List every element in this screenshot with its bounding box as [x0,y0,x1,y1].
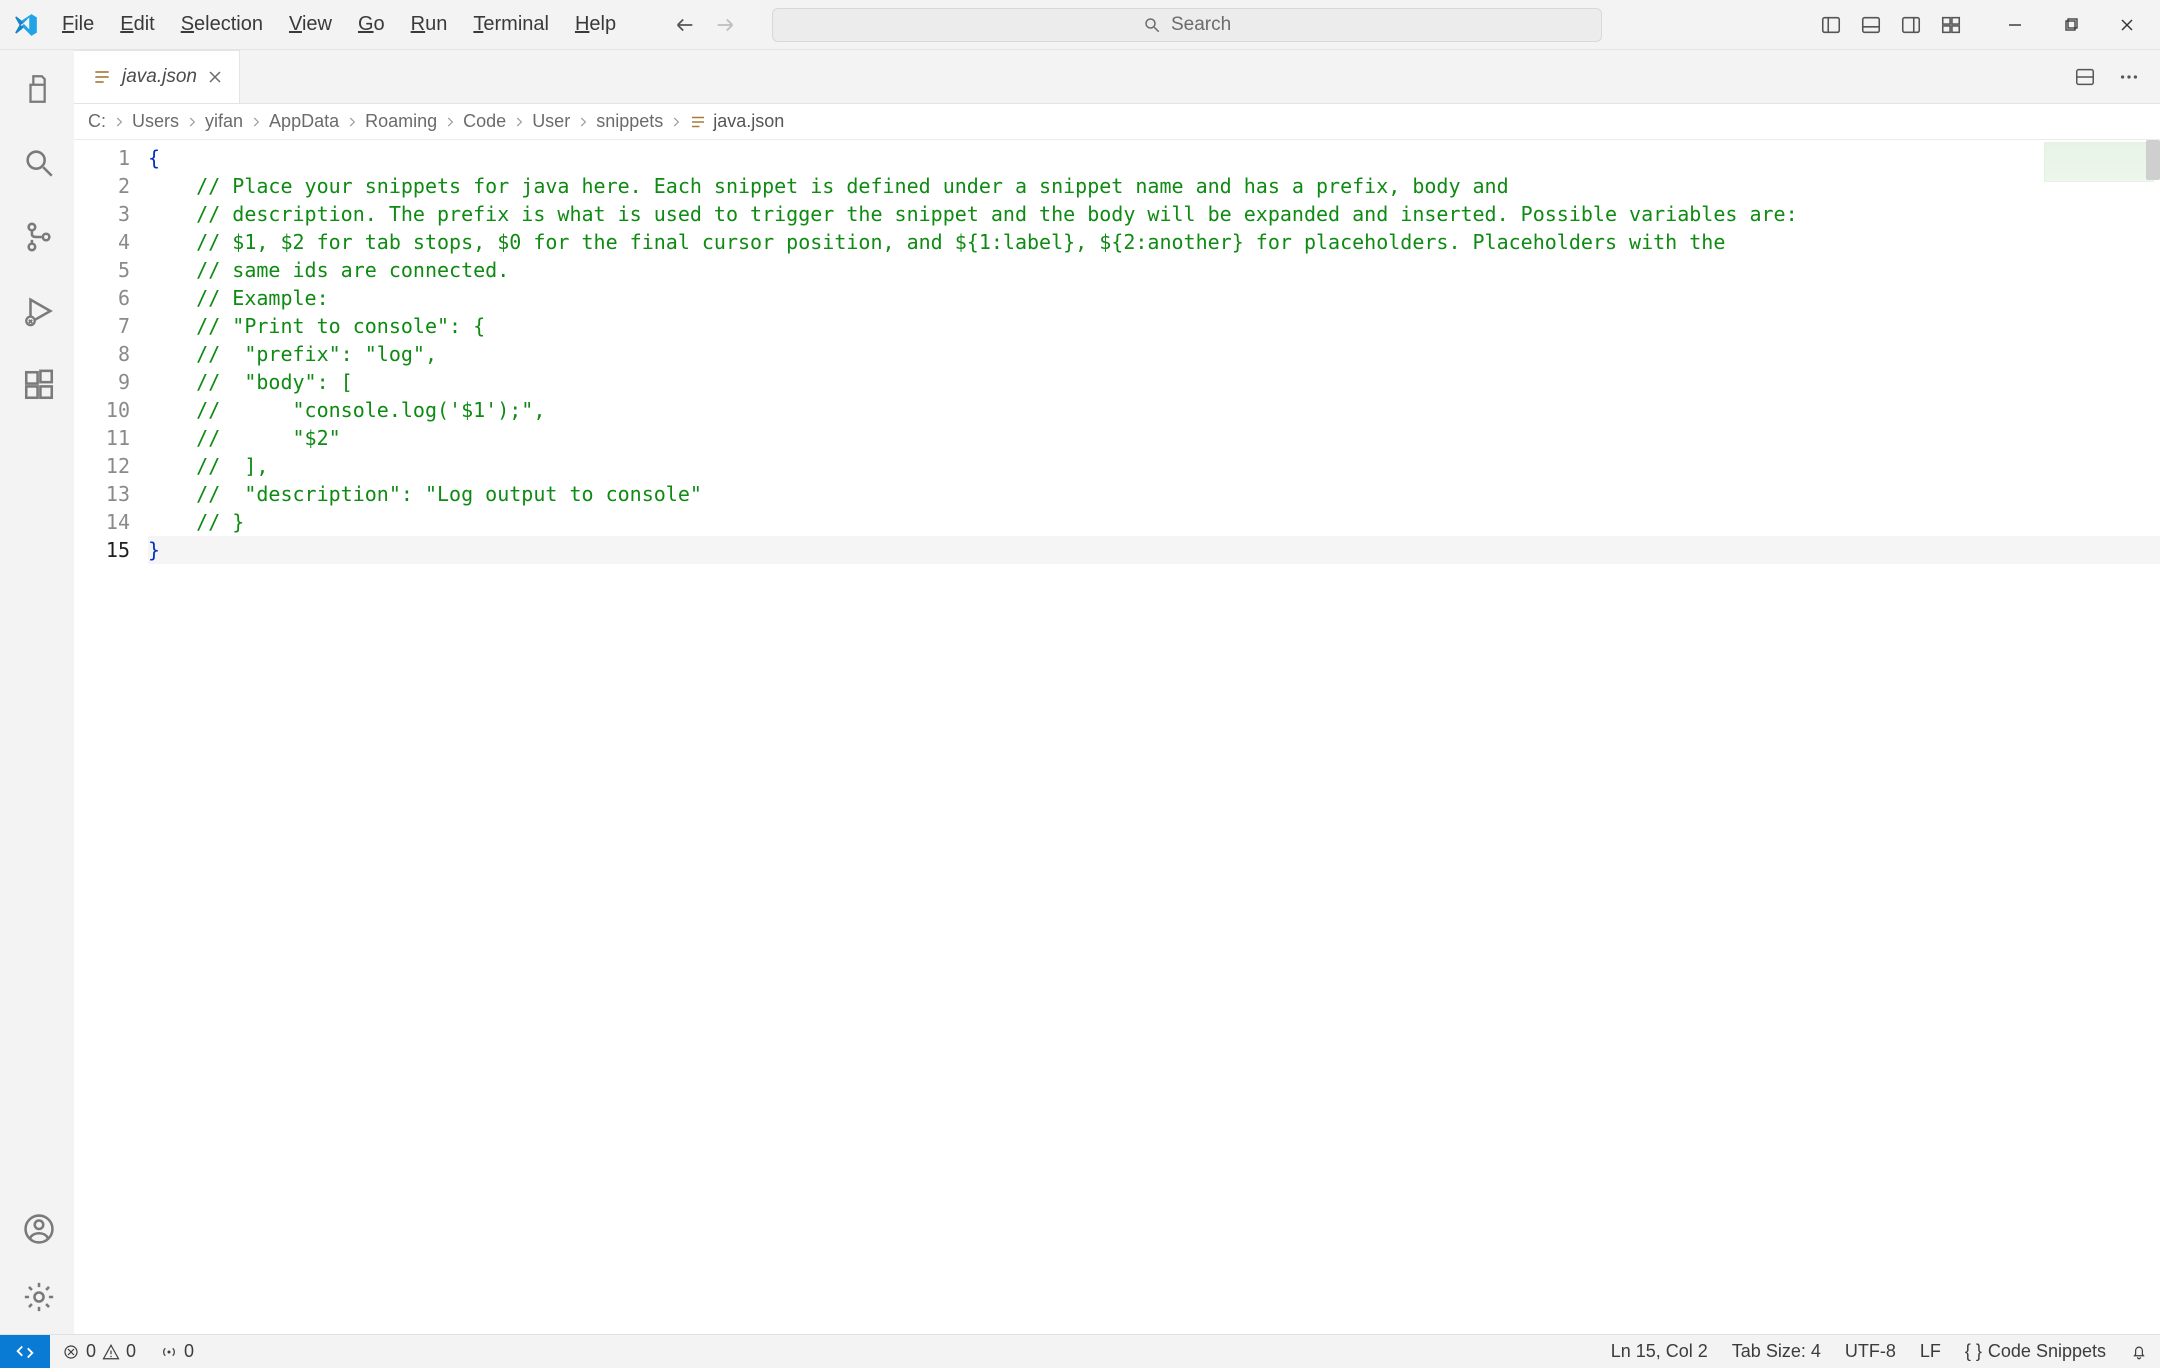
error-icon [62,1343,80,1361]
window-maximize-button[interactable] [2048,9,2094,41]
status-eol[interactable]: LF [1908,1335,1953,1368]
status-encoding[interactable]: UTF-8 [1833,1335,1908,1368]
search-icon [1143,16,1161,34]
menu-edit[interactable]: Edit [108,7,166,42]
braces-icon: { } [1965,1341,1982,1362]
breadcrumb-segment[interactable]: AppData [269,111,359,132]
breadcrumb-segment[interactable]: Users [132,111,199,132]
status-ports-count: 0 [184,1341,194,1362]
tab-close-icon[interactable] [207,69,223,85]
breadcrumb-segment[interactable]: snippets [596,111,683,132]
menu-bar: File Edit Selection View Go Run Terminal… [50,7,628,42]
source-control-icon[interactable] [12,212,62,262]
command-center-search[interactable]: Search [772,8,1602,42]
accounts-icon[interactable] [12,1204,62,1254]
file-lines-icon [92,67,112,87]
breadcrumb[interactable]: C: Users yifan AppData Roaming Code User… [74,104,2160,140]
status-bar: 0 0 0 Ln 15, Col 2 Tab Size: 4 UTF-8 LF … [0,1334,2160,1368]
settings-gear-icon[interactable] [12,1272,62,1322]
tab-strip: java.json [74,50,2160,104]
status-indent[interactable]: Tab Size: 4 [1720,1335,1833,1368]
tab-label: java.json [122,66,197,88]
breadcrumb-segment[interactable]: User [532,111,590,132]
tab-java-json[interactable]: java.json [74,50,240,103]
breadcrumb-segment[interactable]: Roaming [365,111,457,132]
menu-help[interactable]: Help [563,7,628,42]
extensions-icon[interactable] [12,360,62,410]
minimap-slider[interactable] [2146,140,2160,180]
menu-view[interactable]: View [277,7,344,42]
vscode-logo-icon [10,9,42,41]
status-warnings-count: 0 [126,1341,136,1362]
status-errors-count: 0 [86,1341,96,1362]
nav-back-icon[interactable] [668,8,702,42]
editor[interactable]: 123456789101112131415 { // Place your sn… [74,140,2160,1334]
menu-go[interactable]: Go [346,7,397,42]
status-ports[interactable]: 0 [148,1335,206,1368]
more-actions-icon[interactable] [2112,60,2146,94]
search-view-icon[interactable] [12,138,62,188]
code-area[interactable]: { // Place your snippets for java here. … [148,140,2160,1334]
line-number-gutter: 123456789101112131415 [74,140,148,1334]
status-language[interactable]: { } Code Snippets [1953,1335,2118,1368]
menu-file[interactable]: File [50,7,106,42]
breadcrumb-segment[interactable]: C: [88,111,126,132]
remote-indicator-icon[interactable] [0,1335,50,1368]
toggle-secondary-sidebar-icon[interactable] [1894,8,1928,42]
breadcrumb-file[interactable]: java.json [689,111,784,132]
run-debug-icon[interactable] [12,286,62,336]
status-problems[interactable]: 0 0 [50,1335,148,1368]
warning-icon [102,1343,120,1361]
explorer-icon[interactable] [12,64,62,114]
minimap[interactable] [2044,142,2154,182]
activity-bar [0,50,74,1334]
breadcrumb-segment[interactable]: Code [463,111,526,132]
status-notifications-icon[interactable] [2118,1335,2160,1368]
split-editor-icon[interactable] [2068,60,2102,94]
window-minimize-button[interactable] [1992,9,2038,41]
search-placeholder: Search [1171,14,1231,36]
status-cursor[interactable]: Ln 15, Col 2 [1599,1335,1720,1368]
menu-run[interactable]: Run [399,7,460,42]
nav-forward-icon[interactable] [708,8,742,42]
breadcrumb-segment[interactable]: yifan [205,111,263,132]
file-lines-icon [689,113,707,131]
toggle-primary-sidebar-icon[interactable] [1814,8,1848,42]
menu-selection[interactable]: Selection [169,7,275,42]
title-bar: File Edit Selection View Go Run Terminal… [0,0,2160,50]
broadcast-icon [160,1343,178,1361]
toggle-panel-icon[interactable] [1854,8,1888,42]
window-close-button[interactable] [2104,9,2150,41]
customize-layout-icon[interactable] [1934,8,1968,42]
menu-terminal[interactable]: Terminal [461,7,561,42]
